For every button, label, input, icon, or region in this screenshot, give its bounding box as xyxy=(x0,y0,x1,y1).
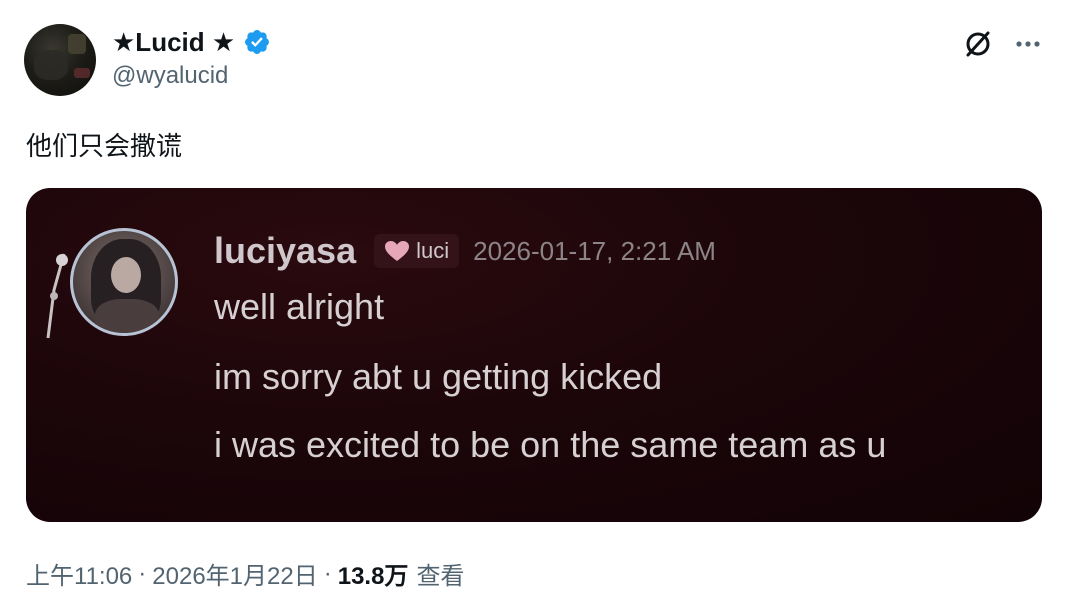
more-options-button[interactable] xyxy=(1010,26,1046,62)
verified-badge-icon xyxy=(243,28,271,56)
message-line: i was excited to be on the same team as … xyxy=(214,424,887,465)
author-name-row: ★Lucid ★ xyxy=(112,26,271,58)
avatar-decoration-icon xyxy=(46,253,68,339)
author-display-name[interactable]: ★Lucid ★ xyxy=(112,27,235,58)
author-handle[interactable]: @wyalucid xyxy=(112,62,228,90)
tweet-media-image[interactable]: luciyasa luci 2026-01-17, 2:21 AM well a… xyxy=(26,188,1042,522)
views-count: 13.8万 xyxy=(337,563,409,590)
message-avatar xyxy=(70,228,178,336)
tweet-date[interactable]: 2026年1月22日 xyxy=(152,556,317,591)
user-tag: luci xyxy=(374,234,460,268)
message-line: well alright xyxy=(214,286,385,327)
user-tag-label: luci xyxy=(416,238,450,263)
message-line: im sorry abt u getting kicked xyxy=(214,356,663,397)
meta-separator: · xyxy=(138,559,147,587)
message-timestamp: 2026-01-17, 2:21 AM xyxy=(473,235,716,266)
views-label: 查看 xyxy=(416,563,465,590)
message-header: luciyasa luci 2026-01-17, 2:21 AM xyxy=(214,228,716,274)
grok-icon xyxy=(966,31,990,57)
heart-icon xyxy=(385,241,410,261)
tweet-time[interactable]: 上午11:06 xyxy=(26,556,132,591)
author-avatar[interactable] xyxy=(24,24,96,96)
tweet: ★Lucid ★ @wyalucid 他们只会撒谎 luciyasa luci … xyxy=(0,0,1068,616)
meta-separator: · xyxy=(323,559,332,587)
grok-button[interactable] xyxy=(960,26,996,62)
tweet-text: 他们只会撒谎 xyxy=(26,131,183,161)
more-horizontal-icon xyxy=(1016,41,1040,47)
tweet-meta: 上午11:06 · 2026年1月22日 · 13.8万 查看 xyxy=(26,556,464,591)
message-username: luciyasa xyxy=(214,230,357,271)
